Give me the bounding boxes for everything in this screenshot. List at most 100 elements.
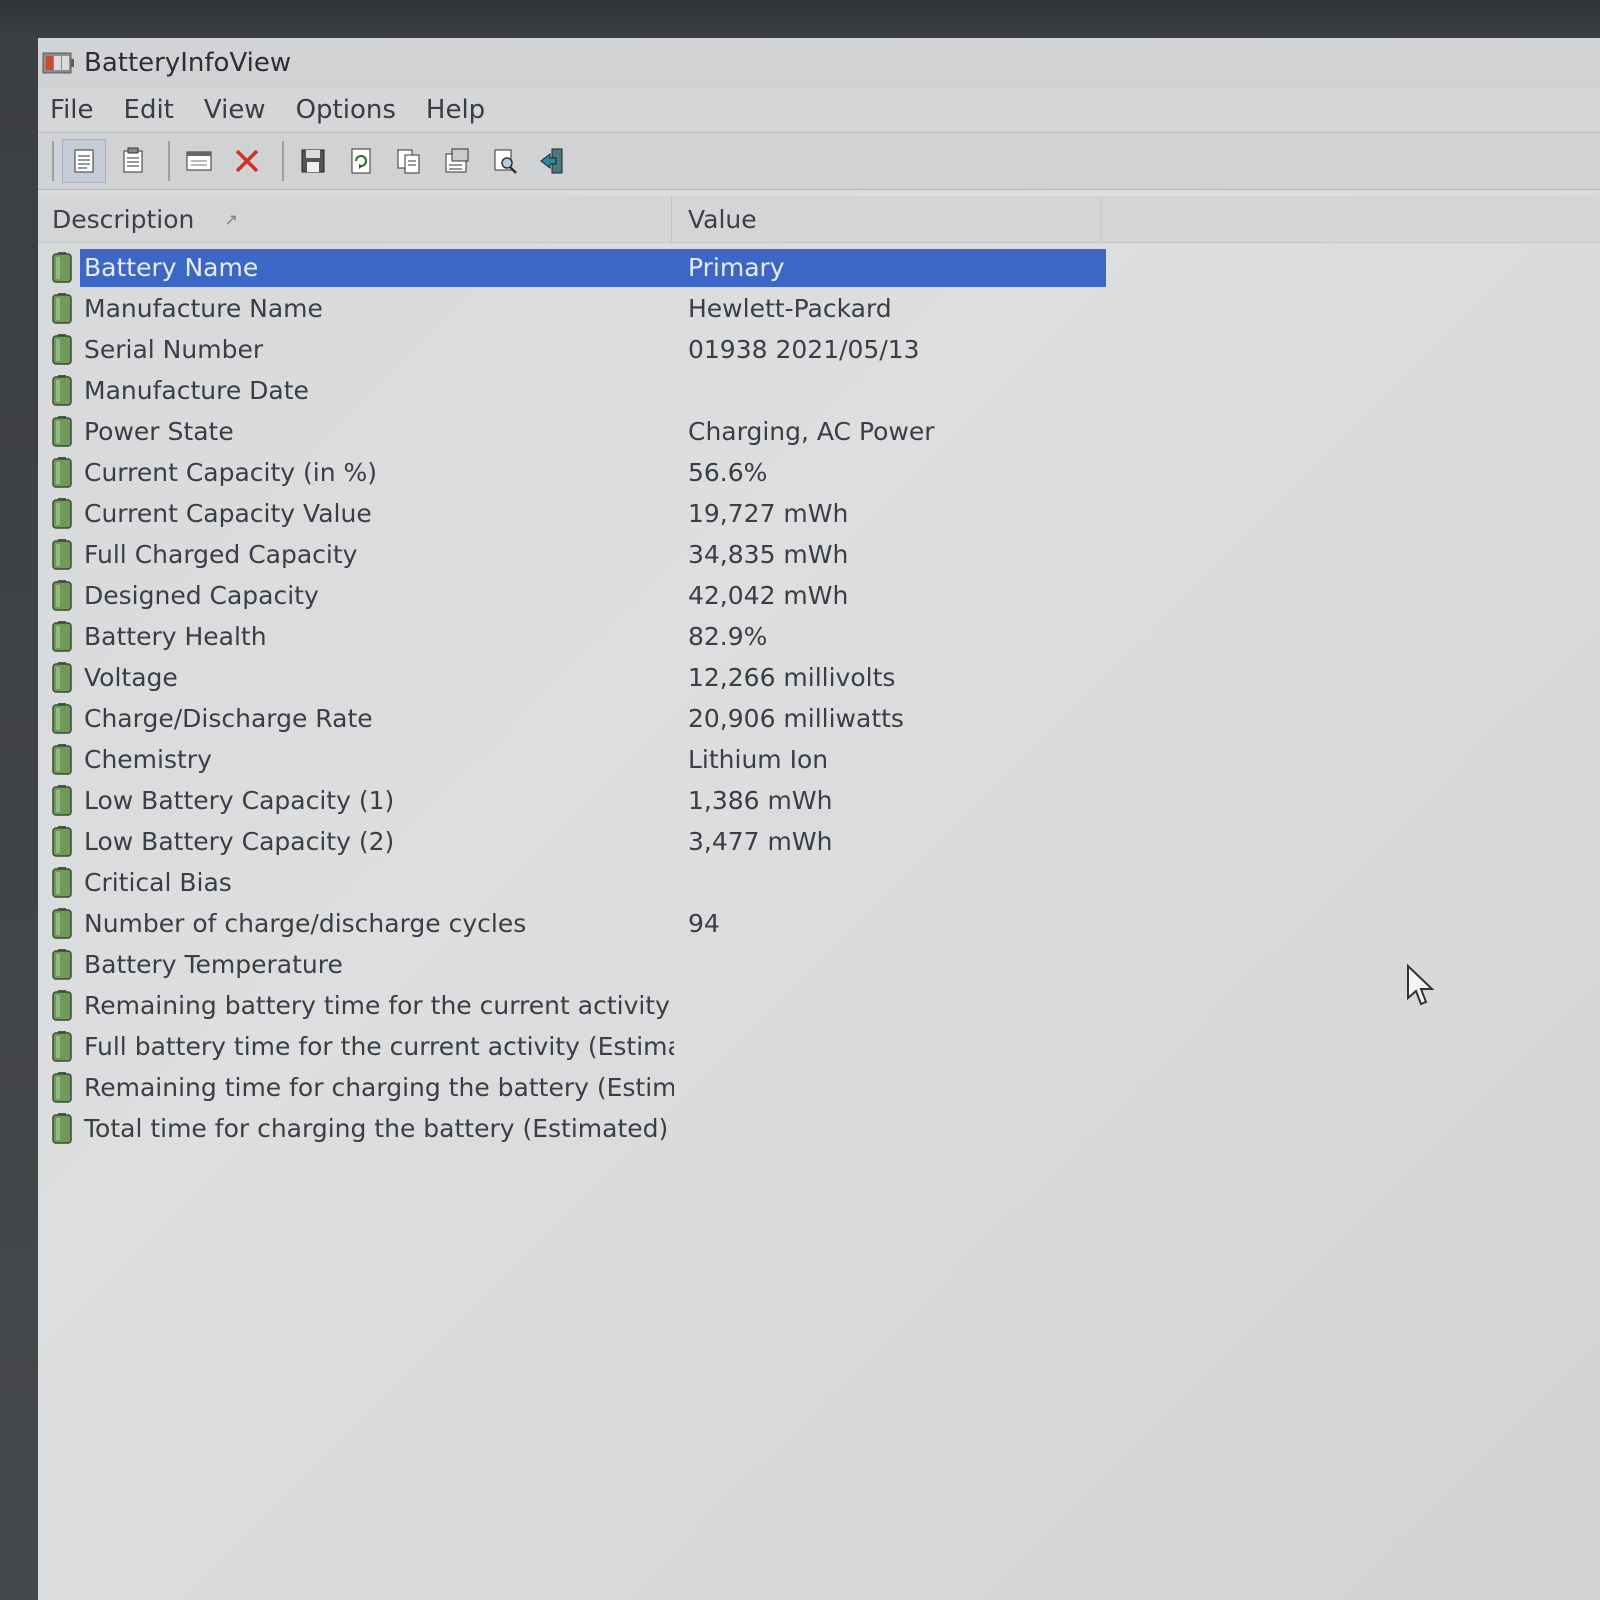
table-row[interactable]: Full Charged Capacity 34,835 mWh xyxy=(38,534,1600,575)
copy-icon xyxy=(397,149,420,174)
row-value: 19,727 mWh xyxy=(688,499,849,528)
row-value: 56.6% xyxy=(688,458,768,487)
options-button[interactable] xyxy=(436,140,478,182)
row-value: 82.9% xyxy=(688,622,768,651)
delete-icon xyxy=(235,149,259,173)
row-value: 3,477 mWh xyxy=(688,827,833,856)
toolbar xyxy=(38,132,1600,190)
battery-app-icon xyxy=(42,51,74,75)
battery-info-list[interactable]: Description ↗ Value Battery Name Primary M… xyxy=(38,196,1600,1600)
row-value: 20,906 milliwatts xyxy=(688,704,904,733)
row-description: Total time for charging the battery (Est… xyxy=(84,1114,669,1143)
row-description: Battery Name xyxy=(84,253,259,282)
table-row[interactable]: Battery Health 82.9% xyxy=(38,616,1600,657)
battery-icon xyxy=(52,498,72,529)
window-icon xyxy=(186,151,212,171)
desktop-screen: BatteryInfoView File Edit View Options Help xyxy=(0,0,1600,1600)
properties-button[interactable] xyxy=(62,139,106,183)
row-value: Primary xyxy=(688,253,785,282)
exit-icon xyxy=(540,148,563,174)
table-row[interactable]: Battery Name Primary xyxy=(38,247,1600,288)
table-row[interactable]: Voltage 12,266 millivolts xyxy=(38,657,1600,698)
table-row[interactable]: Low Battery Capacity (2) 3,477 mWh xyxy=(38,821,1600,862)
report-button[interactable] xyxy=(112,140,154,182)
table-row[interactable]: Remaining battery time for the current a… xyxy=(38,985,1600,1026)
column-header-value[interactable]: Value xyxy=(672,196,1102,242)
exit-button[interactable] xyxy=(532,140,574,182)
battery-icon xyxy=(52,621,72,652)
table-row[interactable]: Low Battery Capacity (1) 1,386 mWh xyxy=(38,780,1600,821)
refresh-icon xyxy=(351,148,371,174)
row-description: Low Battery Capacity (1) xyxy=(84,786,395,815)
row-description: Manufacture Name xyxy=(84,294,323,323)
row-value: 42,042 mWh xyxy=(688,581,849,610)
table-row[interactable]: Current Capacity (in %) 56.6% xyxy=(38,452,1600,493)
sort-arrow-icon: ↗ xyxy=(224,209,238,229)
table-row[interactable]: Designed Capacity 42,042 mWh xyxy=(38,575,1600,616)
row-description: Battery Temperature xyxy=(84,950,343,979)
table-row[interactable]: Charge/Discharge Rate 20,906 milliwatts xyxy=(38,698,1600,739)
row-description: Remaining battery time for the current a… xyxy=(84,991,674,1020)
menu-file[interactable]: File xyxy=(50,95,94,125)
battery-icon xyxy=(52,908,72,939)
menu-edit[interactable]: Edit xyxy=(124,95,174,125)
battery-icon xyxy=(52,375,72,406)
toolbar-separator xyxy=(168,141,170,181)
copy-button[interactable] xyxy=(388,140,430,182)
row-value: 34,835 mWh xyxy=(688,540,849,569)
column-header-description[interactable]: Description ↗ xyxy=(38,196,672,242)
search-button[interactable] xyxy=(484,140,526,182)
row-description: Serial Number xyxy=(84,335,264,364)
row-description: Current Capacity Value xyxy=(84,499,372,528)
table-row[interactable]: Full battery time for the current activi… xyxy=(38,1026,1600,1067)
row-description: Designed Capacity xyxy=(84,581,319,610)
properties-icon xyxy=(74,149,94,173)
row-description: Remaining time for charging the battery … xyxy=(84,1073,674,1102)
battery-icon xyxy=(52,1031,72,1062)
battery-icon xyxy=(52,580,72,611)
table-row[interactable]: Critical Bias xyxy=(38,862,1600,903)
battery-icon xyxy=(52,990,72,1021)
delete-button[interactable] xyxy=(226,140,268,182)
battery-icon xyxy=(52,539,72,570)
save-icon xyxy=(301,149,325,173)
table-row[interactable]: Remaining time for charging the battery … xyxy=(38,1067,1600,1108)
table-row[interactable]: Total time for charging the battery (Est… xyxy=(38,1108,1600,1149)
battery-icon xyxy=(52,949,72,980)
row-description: Chemistry xyxy=(84,745,212,774)
table-row[interactable]: Battery Temperature xyxy=(38,944,1600,985)
battery-icon xyxy=(52,662,72,693)
table-row[interactable]: Serial Number 01938 2021/05/13 xyxy=(38,329,1600,370)
menu-help[interactable]: Help xyxy=(426,95,485,125)
row-value: 1,386 mWh xyxy=(688,786,833,815)
refresh-button[interactable] xyxy=(340,140,382,182)
report-icon xyxy=(123,147,143,173)
battery-icon xyxy=(52,252,72,283)
battery-icon xyxy=(52,1113,72,1144)
table-row[interactable]: Manufacture Name Hewlett-Packard xyxy=(38,288,1600,329)
row-description: Manufacture Date xyxy=(84,376,309,405)
menu-options[interactable]: Options xyxy=(296,95,396,125)
table-row[interactable]: Power State Charging, AC Power xyxy=(38,411,1600,452)
menu-view[interactable]: View xyxy=(204,95,266,125)
row-description: Low Battery Capacity (2) xyxy=(84,827,395,856)
window-title: BatteryInfoView xyxy=(84,48,292,78)
window-button[interactable] xyxy=(178,140,220,182)
list-header: Description ↗ Value xyxy=(38,196,1600,243)
save-button[interactable] xyxy=(292,140,334,182)
battery-icon xyxy=(52,293,72,324)
table-row[interactable]: Chemistry Lithium Ion xyxy=(38,739,1600,780)
battery-icon xyxy=(52,416,72,447)
table-row[interactable]: Manufacture Date xyxy=(38,370,1600,411)
row-value: 01938 2021/05/13 xyxy=(688,335,920,364)
table-row[interactable]: Current Capacity Value 19,727 mWh xyxy=(38,493,1600,534)
battery-icon xyxy=(52,457,72,488)
row-description: Full battery time for the current activi… xyxy=(84,1032,674,1061)
row-description: Current Capacity (in %) xyxy=(84,458,378,487)
title-bar[interactable]: BatteryInfoView xyxy=(38,38,1600,88)
battery-icon xyxy=(52,703,72,734)
row-description: Full Charged Capacity xyxy=(84,540,358,569)
battery-icon xyxy=(52,826,72,857)
table-row[interactable]: Number of charge/discharge cycles 94 xyxy=(38,903,1600,944)
battery-icon xyxy=(52,867,72,898)
